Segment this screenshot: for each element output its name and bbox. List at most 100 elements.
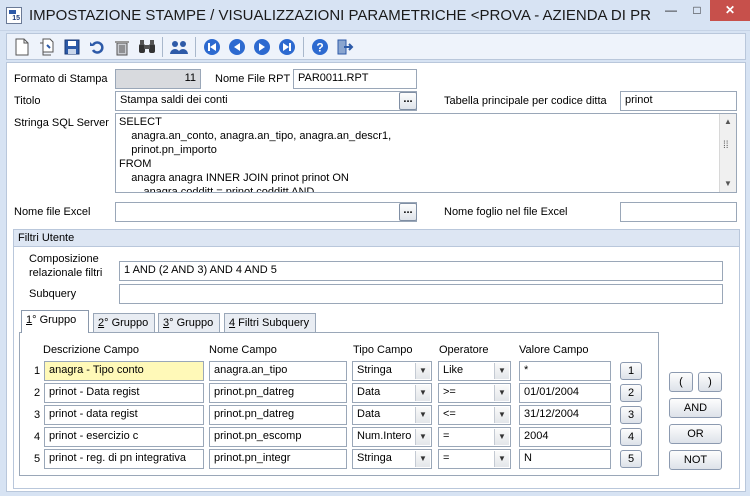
excel-file-label: Nome file Excel bbox=[14, 206, 91, 218]
last-record-icon[interactable] bbox=[277, 37, 297, 57]
not-button[interactable]: NOT bbox=[669, 450, 722, 470]
row-operatore-select[interactable]: = ▼ bbox=[438, 427, 511, 447]
chevron-down-icon[interactable]: ▼ bbox=[415, 385, 430, 401]
composizione-label-1: Composizione bbox=[29, 253, 99, 265]
save-icon[interactable] bbox=[62, 37, 82, 57]
excel-sheet-label: Nome foglio nel file Excel bbox=[444, 206, 568, 218]
row-operatore-select[interactable]: Like ▼ bbox=[438, 361, 511, 381]
chevron-down-icon[interactable]: ▼ bbox=[415, 363, 430, 379]
row-operatore-select[interactable]: <= ▼ bbox=[438, 405, 511, 425]
delete-icon[interactable] bbox=[112, 37, 132, 57]
undo-icon[interactable] bbox=[87, 37, 107, 57]
new-document-icon[interactable] bbox=[12, 37, 32, 57]
row-number: 5 bbox=[33, 453, 41, 465]
scroll-thumb[interactable]: ⁞⁞ bbox=[723, 136, 733, 156]
help-icon[interactable]: ? bbox=[310, 37, 330, 57]
and-button[interactable]: AND bbox=[669, 398, 722, 418]
row-descrizione-field[interactable]: prinot - Data regist bbox=[44, 383, 204, 403]
col-descrizione: Descrizione Campo bbox=[43, 344, 139, 356]
exit-icon[interactable] bbox=[335, 37, 355, 57]
row-valore-field[interactable]: 01/01/2004 bbox=[519, 383, 611, 403]
row-number: 3 bbox=[33, 409, 41, 421]
sql-scrollbar[interactable]: ▲ ⁞⁞ ▼ bbox=[719, 114, 736, 192]
row-descrizione-field[interactable]: anagra - Tipo conto bbox=[44, 361, 204, 381]
tab-gruppo-1[interactable]: 1° Gruppo bbox=[21, 310, 89, 333]
close-paren-button[interactable]: ) bbox=[698, 372, 722, 392]
row-nome-field[interactable]: prinot.pn_integr bbox=[209, 449, 347, 469]
tab-gruppo-3[interactable]: 3° Gruppo bbox=[158, 313, 220, 332]
col-tipo: Tipo Campo bbox=[353, 344, 413, 356]
composizione-field[interactable]: 1 AND (2 AND 3) AND 4 AND 5 bbox=[119, 261, 723, 281]
titolo-label: Titolo bbox=[14, 95, 41, 107]
chevron-down-icon[interactable]: ▼ bbox=[494, 407, 509, 423]
open-paren-button[interactable]: ( bbox=[669, 372, 693, 392]
row-tipo-select[interactable]: Data ▼ bbox=[352, 383, 432, 403]
row-descrizione-field[interactable]: prinot - data regist bbox=[44, 405, 204, 425]
subquery-field[interactable] bbox=[119, 284, 723, 304]
row-5-button[interactable]: 5 bbox=[620, 450, 642, 468]
chevron-down-icon[interactable]: ▼ bbox=[415, 407, 430, 423]
previous-record-icon[interactable] bbox=[227, 37, 247, 57]
chevron-down-icon[interactable]: ▼ bbox=[415, 429, 430, 445]
tab-filtri-subquery[interactable]: 4 Filtri Subquery bbox=[224, 313, 316, 332]
composizione-label-2: relazionale filtri bbox=[29, 267, 103, 279]
first-record-icon[interactable] bbox=[202, 37, 222, 57]
row-number: 2 bbox=[33, 387, 41, 399]
row-2-button[interactable]: 2 bbox=[620, 384, 642, 402]
chevron-down-icon[interactable]: ▼ bbox=[494, 451, 509, 467]
next-record-icon[interactable] bbox=[252, 37, 272, 57]
sql-label: Stringa SQL Server bbox=[14, 117, 109, 129]
toolbar: ? bbox=[6, 33, 746, 60]
scroll-down-icon[interactable]: ▼ bbox=[720, 176, 736, 192]
chevron-down-icon[interactable]: ▼ bbox=[415, 451, 430, 467]
excel-file-field[interactable] bbox=[115, 202, 417, 222]
close-button[interactable]: ✕ bbox=[710, 0, 750, 21]
svg-text:?: ? bbox=[316, 41, 323, 55]
app-icon: 15 bbox=[6, 7, 22, 24]
row-4-button[interactable]: 4 bbox=[620, 428, 642, 446]
or-button[interactable]: OR bbox=[669, 424, 722, 444]
row-number: 1 bbox=[33, 365, 41, 377]
copy-document-icon[interactable] bbox=[37, 37, 57, 57]
row-tipo-select[interactable]: Stringa ▼ bbox=[352, 449, 432, 469]
row-tipo-select[interactable]: Data ▼ bbox=[352, 405, 432, 425]
row-descrizione-field[interactable]: prinot - reg. di pn integrativa bbox=[44, 449, 204, 469]
chevron-down-icon[interactable]: ▼ bbox=[494, 429, 509, 445]
excel-ellipsis-button[interactable]: ... bbox=[399, 203, 417, 221]
col-valore: Valore Campo bbox=[519, 344, 589, 356]
col-nome: Nome Campo bbox=[209, 344, 277, 356]
formato-field[interactable]: 11 bbox=[115, 69, 201, 89]
subquery-label: Subquery bbox=[29, 288, 77, 300]
scroll-up-icon[interactable]: ▲ bbox=[720, 114, 736, 130]
row-tipo-select[interactable]: Num.Intero ▼ bbox=[352, 427, 432, 447]
row-operatore-select[interactable]: >= ▼ bbox=[438, 383, 511, 403]
find-icon[interactable] bbox=[137, 37, 157, 57]
row-operatore-select[interactable]: = ▼ bbox=[438, 449, 511, 469]
window-title: IMPOSTAZIONE STAMPE / VISUALIZZAZIONI PA… bbox=[29, 7, 651, 24]
row-1-button[interactable]: 1 bbox=[620, 362, 642, 380]
row-nome-field[interactable]: prinot.pn_escomp bbox=[209, 427, 347, 447]
nome-file-rpt-field[interactable]: PAR0011.RPT bbox=[293, 69, 417, 89]
row-tipo-select[interactable]: Stringa ▼ bbox=[352, 361, 432, 381]
tab-gruppo-2[interactable]: 2° Gruppo bbox=[93, 313, 155, 332]
chevron-down-icon[interactable]: ▼ bbox=[494, 363, 509, 379]
row-valore-field[interactable]: 31/12/2004 bbox=[519, 405, 611, 425]
titolo-ellipsis-button[interactable]: ... bbox=[399, 92, 417, 110]
excel-sheet-field[interactable] bbox=[620, 202, 737, 222]
titolo-field[interactable]: Stampa saldi dei conti bbox=[115, 91, 417, 111]
row-valore-field[interactable]: * bbox=[519, 361, 611, 381]
row-nome-field[interactable]: anagra.an_tipo bbox=[209, 361, 347, 381]
row-descrizione-field[interactable]: prinot - esercizio c bbox=[44, 427, 204, 447]
chevron-down-icon[interactable]: ▼ bbox=[494, 385, 509, 401]
minimize-button[interactable]: — bbox=[658, 0, 684, 21]
row-3-button[interactable]: 3 bbox=[620, 406, 642, 424]
row-valore-field[interactable]: 2004 bbox=[519, 427, 611, 447]
row-nome-field[interactable]: prinot.pn_datreg bbox=[209, 383, 347, 403]
sql-textarea[interactable]: SELECT anagra.an_conto, anagra.an_tipo, … bbox=[115, 113, 737, 193]
tabella-field[interactable]: prinot bbox=[620, 91, 737, 111]
maximize-button[interactable]: □ bbox=[684, 0, 710, 21]
users-icon[interactable] bbox=[169, 37, 189, 57]
row-nome-field[interactable]: prinot.pn_datreg bbox=[209, 405, 347, 425]
row-number: 4 bbox=[33, 431, 41, 443]
row-valore-field[interactable]: N bbox=[519, 449, 611, 469]
